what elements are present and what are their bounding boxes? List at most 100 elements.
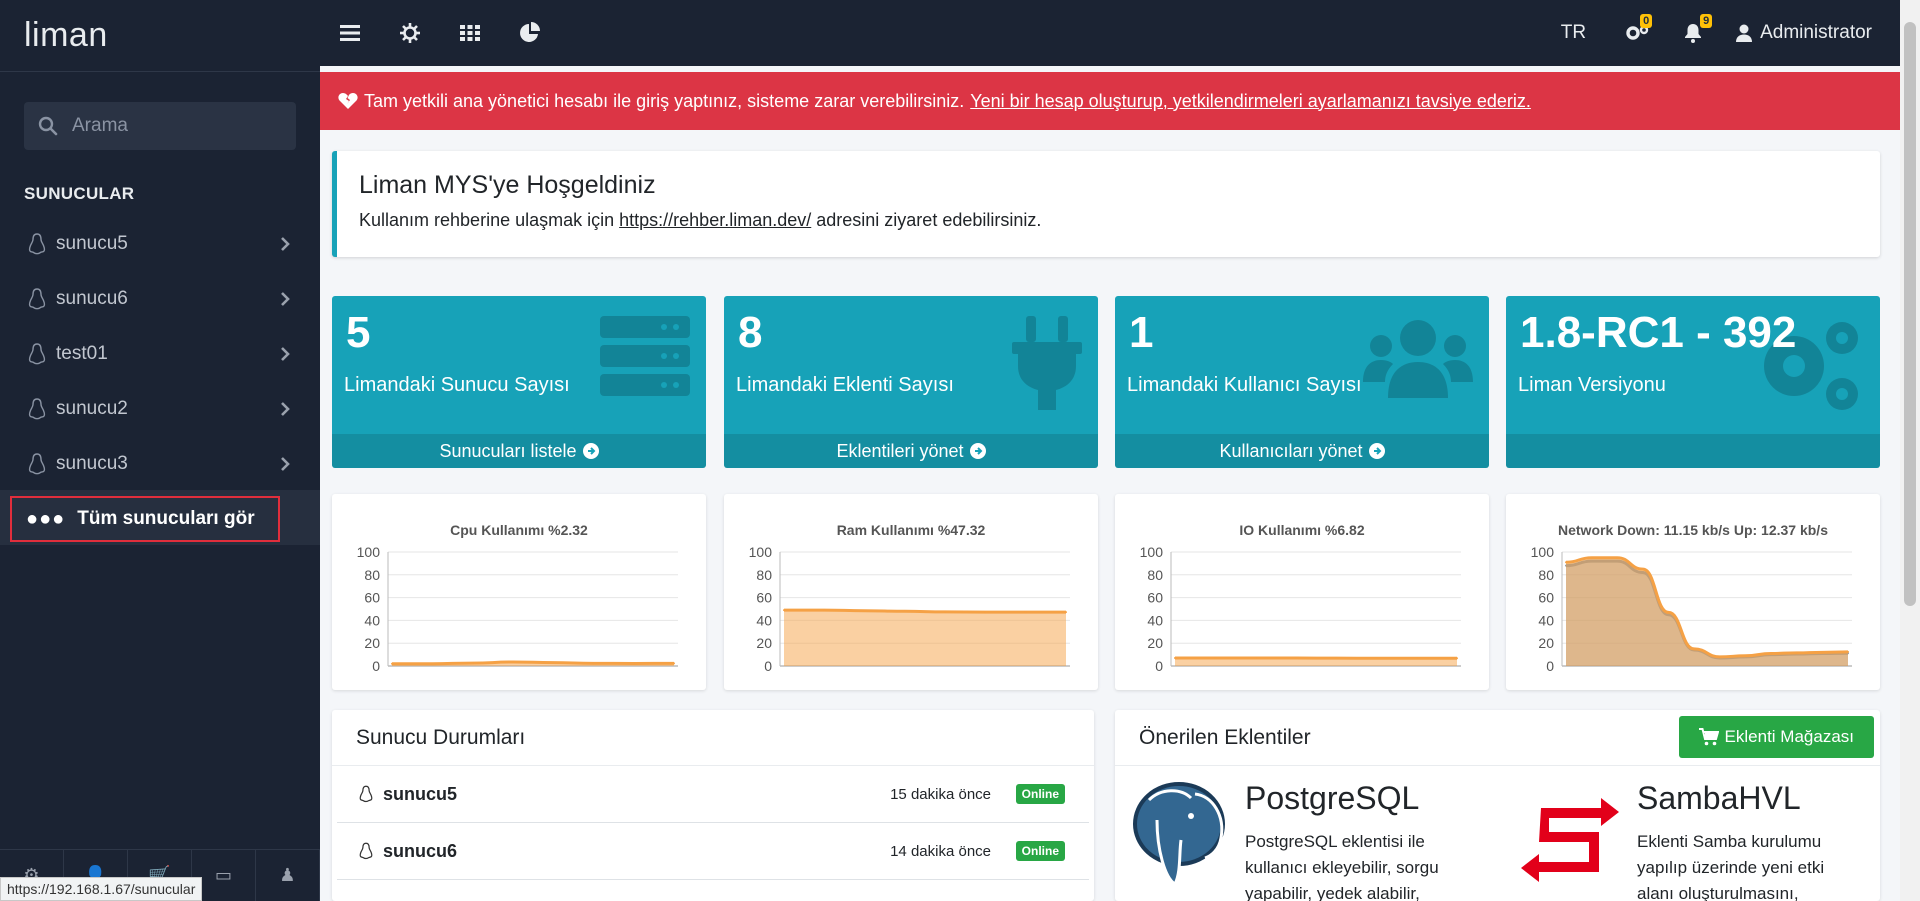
all-servers-label: Tüm sunucuları gör <box>77 508 255 529</box>
stat-value: 1 <box>1129 308 1154 357</box>
y-tick-label: 20 <box>1147 635 1163 651</box>
welcome-callout: Liman MYS'ye Hoşgeldiniz Kullanım rehber… <box>332 151 1880 257</box>
pie-chart-icon[interactable] <box>500 0 560 66</box>
hamburger-menu-icon[interactable] <box>320 0 380 66</box>
manage-users-link[interactable]: Kullanıcıları yönet <box>1115 434 1489 468</box>
stat-value: 1.8-RC1 - 392 <box>1520 308 1797 357</box>
desc-line: alanı oluşturulmasını, <box>1637 884 1799 901</box>
heart-broken-icon <box>338 93 358 109</box>
data-point <box>823 609 826 612</box>
data-point <box>1821 651 1824 654</box>
data-point <box>1335 657 1338 660</box>
desc-line: kullanıcı ekleyebilir, sorgu <box>1245 858 1439 877</box>
settings-badge: 0 <box>1640 14 1653 28</box>
last-seen: 14 dakika önce <box>890 842 991 860</box>
sidebar-item-sunucu6[interactable]: sunucu6 <box>0 271 320 326</box>
data-point <box>863 609 866 612</box>
extension-store-button[interactable]: Eklenti Mağazası <box>1678 716 1874 758</box>
search-input[interactable] <box>72 115 292 137</box>
language-switch[interactable]: TR <box>1561 22 1586 44</box>
stat-footer-label: Kullanıcıları yönet <box>1219 440 1363 461</box>
recommended-title: Önerilen Eklentiler <box>1139 725 1311 749</box>
data-point <box>1254 657 1257 660</box>
ellipsis-icon: ●●● <box>26 507 66 530</box>
data-point <box>471 662 474 665</box>
data-point <box>783 609 785 612</box>
data-point <box>1214 657 1217 660</box>
manage-extensions-link[interactable]: Eklentileri yönet <box>724 434 1098 468</box>
settings-notifications-button[interactable]: 0 <box>1624 14 1653 43</box>
sambahvl-logo <box>1521 798 1619 882</box>
alert-link[interactable]: Yeni bir hesap oluşturup, yetkilendirmel… <box>970 91 1531 112</box>
all-servers-link[interactable]: ●●● Tüm sunucuları gör <box>10 496 280 542</box>
y-tick-label: 40 <box>756 612 772 628</box>
desc-line: yapabilir, yedek alabilir, <box>1245 884 1420 901</box>
list-servers-link[interactable]: Sunucuları listele <box>332 434 706 468</box>
ram-chart-card: Ram Kullanımı %47.32 100 80 60 40 20 0 <box>724 494 1098 690</box>
series-area <box>784 610 1066 666</box>
welcome-text-before: Kullanım rehberine ulaşmak için <box>359 210 615 230</box>
linux-icon <box>28 232 46 254</box>
extension-name: PostgreSQL <box>1245 780 1420 816</box>
arrow-circle-right-icon <box>1368 443 1385 459</box>
chevron-right-icon <box>281 292 290 306</box>
io-usage-chart: 100 80 60 40 20 0 <box>1140 544 1461 674</box>
sidebar-item-sunucu2[interactable]: sunucu2 <box>0 381 320 436</box>
data-point <box>1667 611 1670 614</box>
user-secret-icon[interactable]: ♟ <box>256 850 320 901</box>
series-area <box>1566 557 1848 666</box>
user-icon <box>1736 24 1753 42</box>
recommended-header: Önerilen Eklentiler Eklenti Mağazası <box>1115 710 1880 766</box>
user-menu[interactable]: Administrator <box>1736 22 1872 44</box>
table-row[interactable]: sunucu6 14 dakika önce Online <box>337 823 1089 880</box>
arrow-circle-right-icon <box>582 443 599 459</box>
sidebar-item-test01[interactable]: test01 <box>0 326 320 381</box>
y-tick-label: 60 <box>756 590 772 606</box>
sidebar-item-label: sunucu5 <box>56 232 128 254</box>
data-point <box>1375 657 1378 660</box>
linux-icon <box>28 287 46 309</box>
table-row[interactable]: sunucu5 15 dakika önce Online <box>337 766 1089 823</box>
data-point <box>1616 556 1619 559</box>
y-tick-label: 100 <box>357 544 381 560</box>
data-point <box>1718 655 1721 658</box>
io-chart-card: IO Kullanımı %6.82 100 80 60 40 20 0 <box>1115 494 1489 690</box>
cpu-usage-chart: 100 80 60 40 20 0 <box>357 544 678 674</box>
settings-wheel-icon[interactable] <box>380 0 440 66</box>
linux-icon <box>359 842 373 860</box>
stat-label: Limandaki Eklenti Sayısı <box>736 374 954 396</box>
data-point <box>673 662 675 665</box>
y-tick-label: 60 <box>364 590 380 606</box>
page-scrollbar[interactable] <box>1900 0 1920 901</box>
notifications-button[interactable]: 9 <box>1684 14 1713 43</box>
status-badge: Online <box>1015 784 1065 804</box>
data-point <box>592 662 595 665</box>
search-box <box>24 102 296 150</box>
stat-label: Liman Versiyonu <box>1518 374 1666 396</box>
apps-grid-icon[interactable] <box>440 0 500 66</box>
stat-label: Limandaki Kullanıcı Sayısı <box>1127 374 1362 396</box>
y-tick-label: 0 <box>372 658 380 674</box>
sidebar-item-sunucu3[interactable]: sunucu3 <box>0 436 320 491</box>
y-tick-label: 100 <box>1140 544 1164 560</box>
guide-link[interactable]: https://rehber.liman.dev/ <box>619 210 811 230</box>
sidebar-item-sunucu5[interactable]: sunucu5 <box>0 216 320 271</box>
browser-status-url: https://192.168.1.67/sunucular <box>0 877 203 901</box>
notifications-badge: 9 <box>1700 14 1713 28</box>
data-point <box>431 662 434 665</box>
data-point <box>1744 654 1747 657</box>
y-tick-label: 60 <box>1538 590 1554 606</box>
brand-logo[interactable]: liman <box>0 0 320 72</box>
data-point <box>1641 568 1644 571</box>
scrollbar-thumb[interactable] <box>1904 22 1916 606</box>
last-seen: 15 dakika önce <box>890 785 991 803</box>
server-name: sunucu6 <box>383 840 458 861</box>
sidebar-item-label: sunucu6 <box>56 287 128 309</box>
server-icon <box>600 316 690 396</box>
sidebar-item-label: sunucu2 <box>56 397 128 419</box>
y-tick-label: 80 <box>1147 567 1163 583</box>
y-tick-label: 40 <box>1538 612 1554 628</box>
chevron-right-icon <box>281 457 290 471</box>
version-footer <box>1506 434 1880 468</box>
user-name: Administrator <box>1760 22 1872 43</box>
